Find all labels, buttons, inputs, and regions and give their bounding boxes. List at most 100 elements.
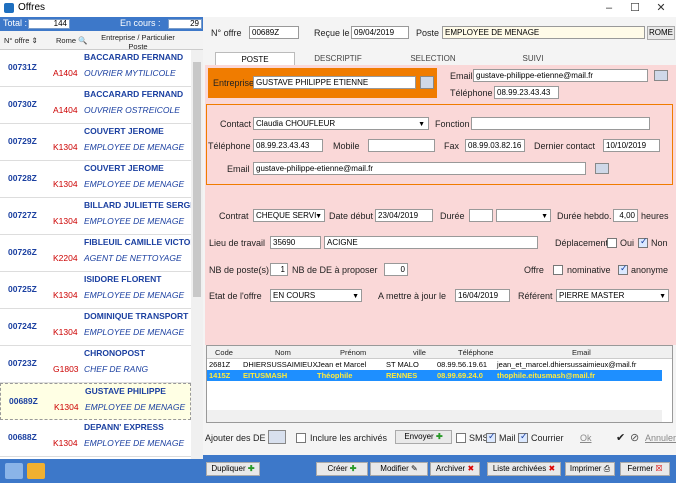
fax-field[interactable]: 08.99.03.82.16 [465, 139, 525, 152]
grid-horizontal-scrollbar[interactable] [207, 410, 662, 422]
list-item[interactable]: 00725Z K1304 ISIDORE FLORENT EMPLOYEE DE… [0, 272, 191, 309]
list-item[interactable]: 00723Z G1803 CHRONOPOST CHEF DE RANG [0, 346, 191, 383]
table-row[interactable]: 1415Z EITUSMASH Théophile RENNES 08.99.69.24… [207, 370, 662, 381]
entreprise-field[interactable]: GUSTAVE PHILIPPE ETIENNE [253, 76, 416, 89]
ajouter-de-button[interactable] [268, 430, 286, 444]
scrollbar-thumb[interactable] [193, 62, 201, 297]
mail-checkbox[interactable] [486, 431, 496, 443]
table-cell: RENNES [386, 371, 418, 380]
list-item[interactable]: 00689Z K1304 GUSTAVE PHILIPPE EMPLOYEE D… [0, 383, 191, 420]
list-item[interactable]: 00730Z A1404 BACCARARD FERNAND OUVRIER O… [0, 87, 191, 124]
etat-select[interactable]: EN COURS ▼ [270, 289, 362, 302]
plus-icon: ✚ [349, 464, 357, 473]
table-row[interactable]: 2681Z DHIERSUSSAIMIEUX Jean et Marcel ST MA… [207, 359, 662, 370]
nb-poste-field[interactable]: 1 [270, 263, 288, 276]
modifier-button[interactable]: Modifier ✎ [370, 462, 428, 476]
hebdo-field[interactable]: 4,00 [613, 209, 638, 222]
list-item[interactable]: 00724Z K1304 DOMINIQUE TRANSPORT EMPLOYE… [0, 309, 191, 346]
nominative-checkbox[interactable] [553, 265, 563, 275]
grid-col-code[interactable]: Code [215, 348, 233, 357]
title-bar: Offres – ☐ ✕ [0, 0, 676, 17]
grid-col-ville[interactable]: ville [413, 348, 426, 357]
close-icon: ☒ [655, 464, 663, 473]
close-button[interactable]: ✕ [648, 0, 674, 17]
lieu-label: Lieu de travail [209, 238, 266, 248]
lieu-cp-field[interactable]: 35690 [270, 236, 321, 249]
dupliquer-button[interactable]: Dupliquer ✚ [206, 462, 260, 476]
oui-label: Oui [620, 238, 635, 248]
date-debut-field[interactable]: 23/04/2019 [375, 209, 433, 222]
entreprise-email-field[interactable]: gustave-philippe-etienne@mail.fr [473, 69, 648, 82]
creer-button[interactable]: Créer ✚ [316, 462, 368, 476]
list-item[interactable]: 00731Z A1404 BACCARARD FERNAND OUVRIER M… [0, 50, 191, 87]
duree-field[interactable] [469, 209, 493, 222]
non-label: Non [651, 238, 668, 248]
sms-checkbox[interactable] [456, 433, 466, 443]
dernier-contact-field[interactable]: 10/10/2019 [603, 139, 660, 152]
offre-label: N° offre [211, 28, 242, 38]
mobile-field[interactable] [368, 139, 435, 152]
recue-date-field[interactable]: 09/04/2019 [351, 26, 409, 39]
list-item[interactable]: 00727Z K1304 BILLARD JULIETTE SERGE EMPL… [0, 198, 191, 235]
dernier-contact-label: Dernier contact [534, 141, 596, 151]
email-send-icon[interactable] [654, 70, 668, 81]
list-item[interactable]: 00726Z K2204 FIBLEUIL CAMILLE VICTOR AGE… [0, 235, 191, 272]
offre-number-field[interactable]: 00689Z [249, 26, 299, 39]
tab-suivi[interactable]: SUIVI [493, 52, 573, 65]
entreprise-tel-label: Téléphone [450, 88, 493, 98]
ok-button[interactable]: Ok [580, 433, 592, 443]
referent-select[interactable]: PIERRE MASTER ▼ [556, 289, 669, 302]
nb-proposer-field[interactable]: 0 [384, 263, 408, 276]
maximize-button[interactable]: ☐ [622, 0, 648, 17]
folder-icon[interactable] [27, 463, 45, 479]
poste-field[interactable]: EMPLOYEE DE MENAGE [442, 26, 645, 39]
deplacement-non-checkbox[interactable] [638, 236, 648, 248]
contact-tel-field[interactable]: 08.99.23.43.43 [253, 139, 323, 152]
anonyme-checkbox[interactable] [618, 263, 628, 275]
grid-col-telephone[interactable]: Téléphone [458, 348, 493, 357]
col-rome[interactable]: Rome 🔍 [56, 36, 87, 45]
contact-email-send-icon[interactable] [595, 163, 609, 174]
col-entreprise-poste[interactable]: Entreprise / Particulier Poste [88, 33, 188, 51]
tab-descriptif[interactable]: DESCRIPTIF [298, 52, 378, 65]
offer-company: FIBLEUIL CAMILLE VICTOR [84, 237, 191, 247]
cancel-icon: ⊘ [630, 432, 640, 444]
inclure-archives-checkbox[interactable] [296, 433, 306, 443]
rome-button[interactable]: ROME [647, 26, 675, 40]
grid-col-nom[interactable]: Nom [275, 348, 291, 357]
fermer-button[interactable]: Fermer ☒ [620, 462, 670, 476]
envoyer-button[interactable]: Envoyer ✚ [395, 430, 452, 444]
contrat-select[interactable]: CHEQUE SERVI ▼ [253, 209, 325, 222]
lieu-ville-field[interactable]: ACIGNE [324, 236, 538, 249]
fonction-field[interactable] [471, 117, 650, 130]
contact-email-field[interactable]: gustave-philippe-etienne@mail.fr [253, 162, 586, 175]
entreprise-lookup-icon[interactable] [420, 76, 434, 89]
list-item[interactable]: 00729Z K1304 COUVERT JEROME EMPLOYEE DE … [0, 124, 191, 161]
imprimer-button[interactable]: Imprimer ⎙ [565, 462, 615, 476]
sort-icon: ⇕ [31, 36, 38, 45]
left-toolbar [0, 459, 203, 483]
chevron-down-icon: ▼ [418, 121, 425, 128]
tab-selection[interactable]: SELECTION [393, 52, 473, 65]
table-cell: ST MALO [386, 360, 419, 369]
courrier-checkbox[interactable] [518, 431, 528, 443]
entreprise-tel-field[interactable]: 08.99.23.43.43 [494, 86, 559, 99]
list-item[interactable]: 00688Z K1304 DEPANN' EXPRESS EMPLOYEE DE… [0, 420, 191, 457]
duree-unit-select[interactable]: ▼ [496, 209, 551, 222]
archiver-button[interactable]: Archiver ✖ [430, 462, 480, 476]
refresh-icon[interactable] [5, 463, 23, 479]
grid-col-prenom[interactable]: Prénom [340, 348, 366, 357]
tab-poste[interactable]: POSTE [215, 52, 295, 65]
offer-job: CHEF DE RANG [84, 364, 149, 374]
annuler-button[interactable]: Annuler [645, 433, 676, 443]
offer-company: DOMINIQUE TRANSPORT [84, 311, 189, 321]
maj-date-field[interactable]: 16/04/2019 [455, 289, 510, 302]
deplacement-oui-checkbox[interactable] [607, 238, 617, 248]
minimize-button[interactable]: – [596, 0, 622, 17]
list-item[interactable]: 00728Z K1304 COUVERT JEROME EMPLOYEE DE … [0, 161, 191, 198]
liste-archivees-button[interactable]: Liste archivées ✖ [487, 462, 561, 476]
contact-select[interactable]: Claudia CHOUFLEUR ▼ [253, 117, 429, 130]
nb-poste-label: NB de poste(s) [209, 265, 270, 275]
col-offre[interactable]: N° offre ⇕ [4, 36, 38, 45]
grid-col-email[interactable]: Email [572, 348, 591, 357]
